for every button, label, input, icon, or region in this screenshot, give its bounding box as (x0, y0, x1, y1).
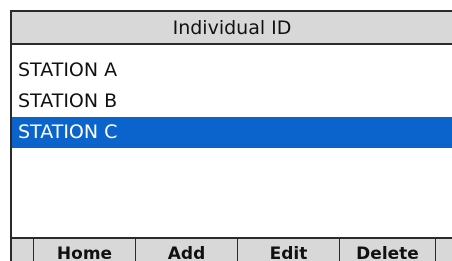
station-list: STATION A STATION B STATION C (12, 55, 452, 148)
softkey-tail (436, 239, 452, 261)
softkey-spacer (12, 239, 34, 261)
edit-softkey[interactable]: Edit (238, 239, 340, 261)
individual-id-screen: Individual ID STATION A STATION B STATIO… (10, 10, 452, 261)
home-softkey[interactable]: Home (34, 239, 136, 261)
delete-softkey[interactable]: Delete (340, 239, 436, 261)
station-item-c[interactable]: STATION C (12, 117, 452, 148)
add-softkey[interactable]: Add (136, 239, 238, 261)
softkey-bar: Home Add Edit Delete (12, 237, 452, 261)
station-item-b[interactable]: STATION B (12, 86, 452, 117)
screen-title: Individual ID (12, 10, 452, 45)
station-item-a[interactable]: STATION A (12, 55, 452, 86)
